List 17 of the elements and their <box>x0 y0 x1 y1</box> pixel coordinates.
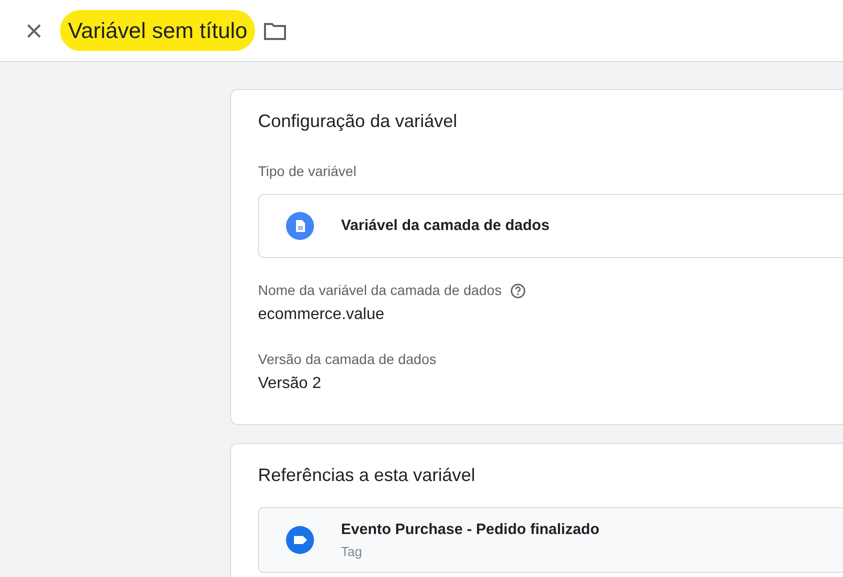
window-title: Variável sem título <box>60 10 256 51</box>
close-icon[interactable] <box>26 22 42 38</box>
folder-icon[interactable] <box>263 20 288 40</box>
field-label: Tipo de variável <box>258 162 358 181</box>
tag-icon <box>286 526 314 554</box>
reference-item[interactable]: Evento Purchase - Pedido finalizado Tag <box>258 507 843 573</box>
card-title: Configuração da variável <box>258 110 458 133</box>
help-icon[interactable] <box>510 282 526 298</box>
document-icon <box>286 212 314 240</box>
variable-type-selector[interactable]: Variável da camada de dados <box>258 194 843 258</box>
reference-type: Tag <box>341 542 363 561</box>
card-title: Referências a esta variável <box>258 464 476 487</box>
field-value: ecommerce.value <box>258 305 386 325</box>
reference-name: Evento Purchase - Pedido finalizado <box>341 520 600 540</box>
field-label: Versão da camada de dados <box>258 350 436 369</box>
field-value: Versão 2 <box>258 374 322 394</box>
field-label: Nome da variável da camada de dados <box>258 281 502 300</box>
